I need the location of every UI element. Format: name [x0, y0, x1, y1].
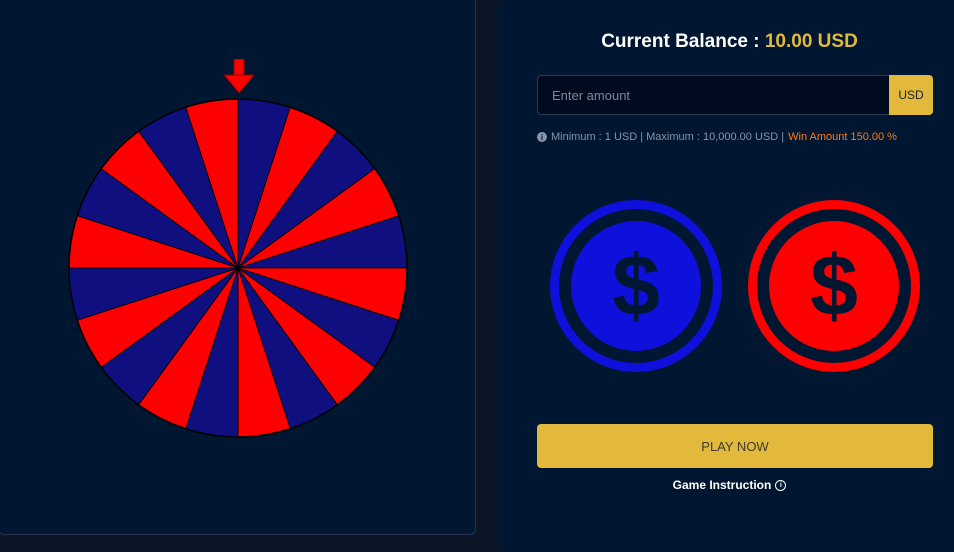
blue-coin[interactable]: $ [550, 200, 722, 372]
dollar-icon: $ [612, 238, 660, 334]
instruction-label: Game Instruction [672, 478, 772, 492]
current-balance: Current Balance : 10.00 USD [497, 31, 954, 53]
spin-wheel[interactable] [67, 97, 409, 439]
down-arrow-icon [222, 59, 256, 94]
info-icon: i [775, 479, 787, 491]
currency-button[interactable]: USD [889, 75, 933, 115]
amount-row: USD [537, 75, 933, 115]
dollar-icon: $ [810, 238, 858, 334]
balance-label: Current Balance : [601, 31, 760, 52]
amount-input[interactable] [537, 75, 889, 115]
limits-text: Minimum : 1 USD | Maximum : 10,000.00 US… [551, 131, 785, 143]
balance-value: 10.00 USD [764, 31, 858, 52]
win-amount: Win Amount 150.00 % [788, 131, 897, 143]
game-instruction-link[interactable]: Game Instruction i [497, 478, 954, 492]
game-panel: Current Balance : 10.00 USD USD i Minimu… [497, 0, 954, 552]
red-coin[interactable]: $ [748, 200, 920, 372]
bet-limits: i Minimum : 1 USD | Maximum : 10,000.00 … [537, 131, 897, 143]
info-icon: i [537, 132, 547, 142]
play-now-button[interactable]: PLAY NOW [537, 424, 933, 468]
wheel-panel [0, 0, 476, 535]
